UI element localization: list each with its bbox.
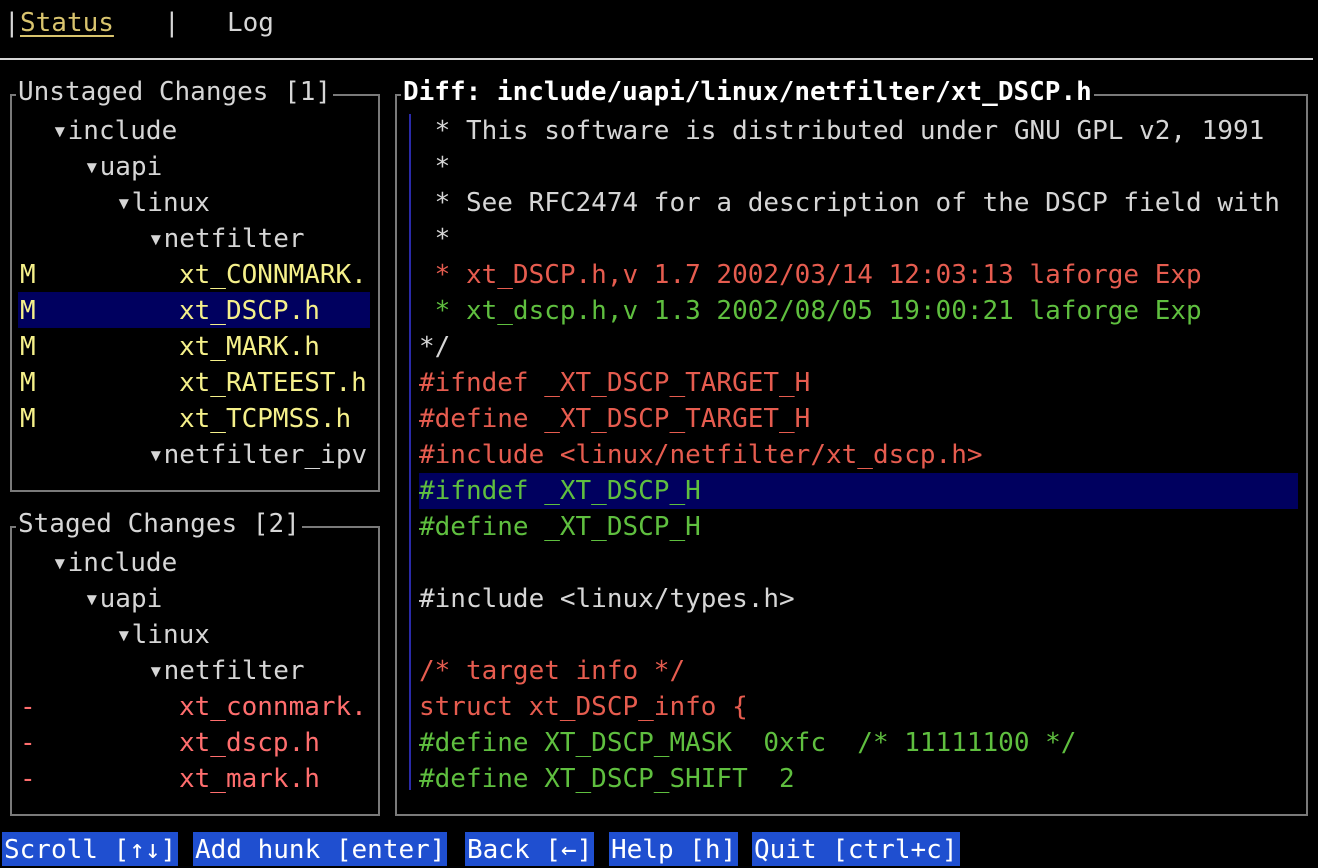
diff-line-removed: #define _XT_DSCP_TARGET_H	[419, 404, 811, 434]
back-button[interactable]: Back [←]	[465, 832, 595, 866]
file-xt-dscp-lower[interactable]: xt_dscp.h	[179, 725, 320, 761]
tab-separator-middle: |	[164, 8, 180, 38]
file-xt-rateest-upper[interactable]: xt_RATEEST.h	[179, 365, 367, 401]
diff-line-added: #ifndef _XT_DSCP_H	[419, 476, 701, 506]
diff-line-added: #define XT_DSCP_MASK 0xfc /* 11111100 */	[419, 728, 1077, 758]
tab-bar-divider	[0, 58, 1313, 60]
quit-button[interactable]: Quit [ctrl+c]	[752, 832, 960, 866]
diff-line-removed: struct xt_DSCP_info {	[419, 692, 748, 722]
diff-line: *	[419, 224, 451, 254]
tree-folder-uapi[interactable]: ▾uapi	[84, 149, 162, 185]
diff-line: #include <linux/types.h>	[419, 584, 795, 614]
diff-line-removed: #include <linux/netfilter/xt_dscp.h>	[419, 440, 983, 470]
hunk-gutter-bar	[409, 114, 411, 790]
tree-folder-netfilter[interactable]: ▾netfilter	[148, 221, 305, 257]
unstaged-changes-title: Unstaged Changes [1]	[16, 74, 334, 110]
diff-line: * See RFC2474 for a description of the D…	[419, 188, 1280, 218]
tab-log[interactable]: Log	[227, 5, 274, 41]
help-button[interactable]: Help [h]	[609, 832, 739, 866]
diff-line-added: * xt_dscp.h,v 1.3 2002/08/05 19:00:21 la…	[419, 296, 1202, 326]
staged-changes-title: Staged Changes [2]	[16, 506, 302, 542]
file-xt-dscp-upper[interactable]: xt_DSCP.h	[179, 293, 320, 329]
tab-bar: | Status | Log	[0, 0, 1318, 48]
diff-line-removed: /* target info */	[419, 656, 686, 686]
file-status-modified: M	[20, 296, 36, 326]
file-xt-connmark-lower[interactable]: xt_connmark.	[179, 689, 367, 725]
tree-folder-include[interactable]: ▾include	[52, 113, 177, 149]
file-status-modified: M	[20, 332, 36, 362]
diff-line-added: #define XT_DSCP_SHIFT 2	[419, 764, 795, 794]
file-status-deleted: -	[20, 728, 36, 758]
file-status-modified: M	[20, 260, 36, 290]
diff-line: */	[419, 332, 451, 362]
file-status-deleted: -	[20, 692, 36, 722]
tab-status[interactable]: Status	[20, 5, 114, 41]
tree-folder-netfilter-ipv[interactable]: ▾netfilter_ipv	[148, 437, 367, 473]
file-status-modified: M	[20, 368, 36, 398]
diff-line: * This software is distributed under GNU…	[419, 116, 1265, 146]
tab-separator-left: |	[4, 8, 20, 38]
diff-line: *	[419, 152, 451, 182]
file-xt-mark-lower[interactable]: xt_mark.h	[179, 761, 320, 797]
file-xt-mark-upper[interactable]: xt_MARK.h	[179, 329, 320, 365]
file-status-modified: M	[20, 404, 36, 434]
file-status-deleted: -	[20, 764, 36, 794]
diff-line-removed: #ifndef _XT_DSCP_TARGET_H	[419, 368, 811, 398]
tree-folder-linux[interactable]: ▾linux	[116, 617, 210, 653]
tree-folder-linux[interactable]: ▾linux	[116, 185, 210, 221]
diff-title: Diff: include/uapi/linux/netfilter/xt_DS…	[401, 74, 1094, 110]
tree-folder-uapi[interactable]: ▾uapi	[84, 581, 162, 617]
add-hunk-button[interactable]: Add hunk [enter]	[193, 832, 448, 866]
tree-folder-netfilter[interactable]: ▾netfilter	[148, 653, 305, 689]
tree-folder-include[interactable]: ▾include	[52, 545, 177, 581]
diff-line-added: #define _XT_DSCP_H	[419, 512, 701, 542]
diff-line-removed: * xt_DSCP.h,v 1.7 2002/03/14 12:03:13 la…	[419, 260, 1202, 290]
scroll-key-button[interactable]: Scroll [↑↓]	[2, 832, 179, 866]
file-xt-connmark-upper[interactable]: xt_CONNMARK.	[179, 257, 367, 293]
file-xt-tcpmss-upper[interactable]: xt_TCPMSS.h	[179, 401, 351, 437]
